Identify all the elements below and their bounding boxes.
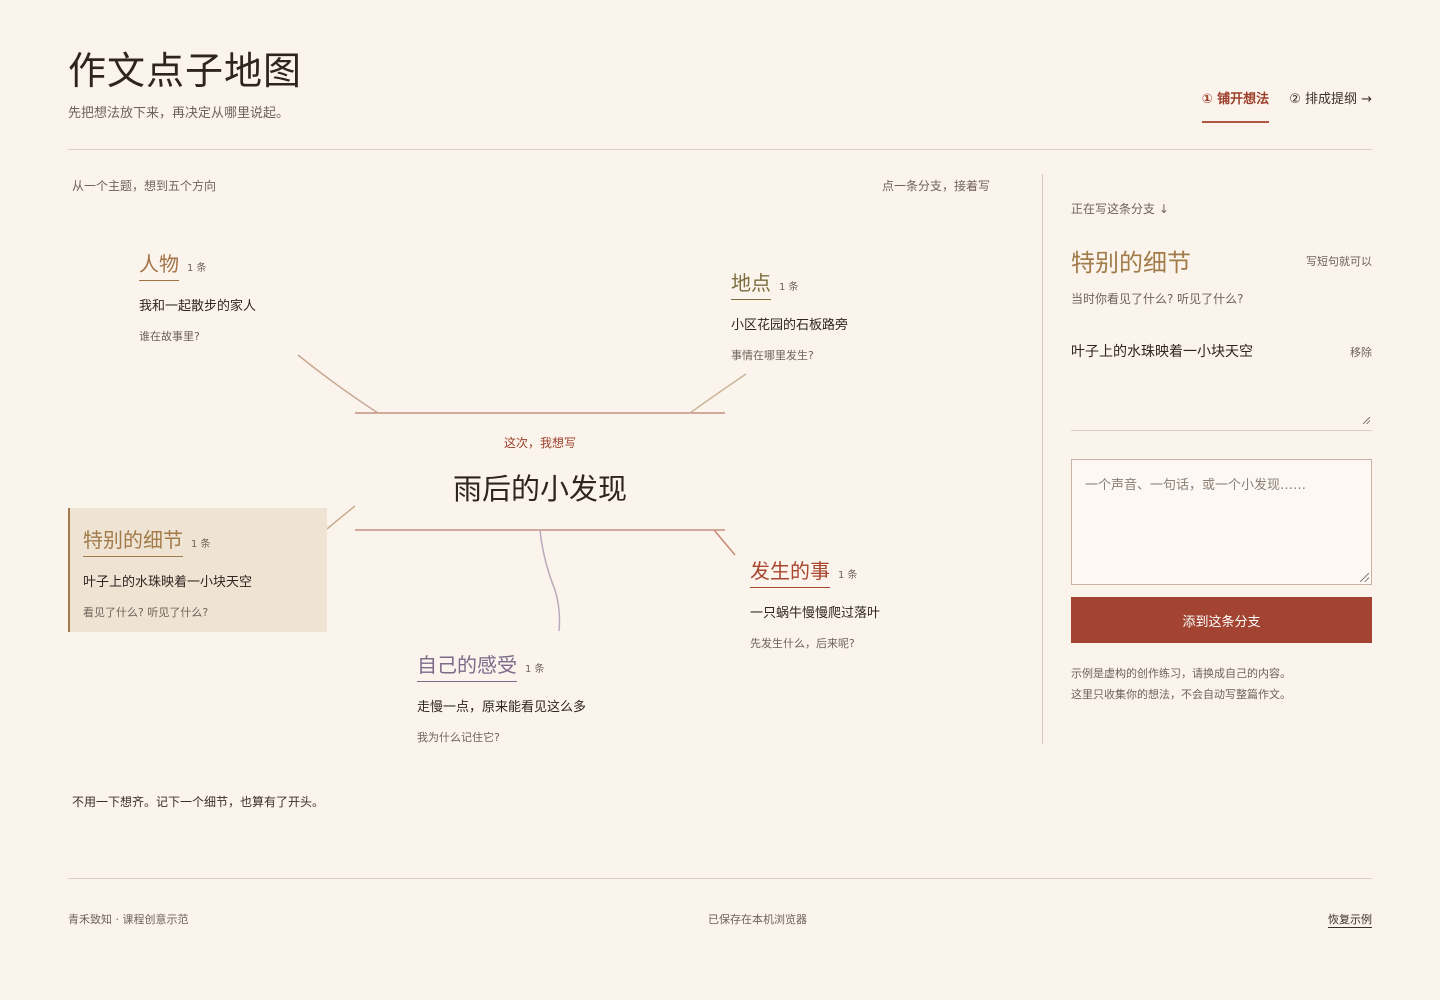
map-footnote: 不用一下想齐。记下一个细节，也算有了开头。 [72,795,325,809]
resize-grip-icon[interactable] [1360,573,1369,582]
branch-item: 一只蜗牛慢慢爬过落叶 [750,606,881,621]
save-status: 已保存在本机浏览器 [708,913,807,926]
panel-note-line: 示例是虚构的创作练习，请换成自己的内容。 [1071,667,1291,680]
connector-person [297,354,379,414]
entry-item[interactable]: 叶子上的水珠映着一小块天空 移除 [1071,341,1372,431]
connector-place [689,373,747,414]
branch-feeling[interactable]: 自己的感受 1 条 走慢一点，原来能看见这么多 我为什么记住它? [417,649,586,745]
branch-place[interactable]: 地点 1 条 小区花园的石板路旁 事情在哪里发生? [731,267,848,363]
branch-count: 1 条 [187,263,207,274]
center-topic[interactable]: 雨后的小发现 [355,466,725,508]
panel-divider [1042,174,1043,744]
panel-title: 特别的细节 [1071,249,1191,277]
branch-item: 叶子上的水珠映着一小块天空 [83,575,253,590]
branch-count: 1 条 [525,664,545,675]
footer-credit: 青禾致知 · 课程创意示范 [68,913,189,926]
branch-editor-panel: 正在写这条分支 ↓ 特别的细节 写短句就可以 当时你看见了什么? 听见了什么? … [1071,200,1372,705]
panel-note: 示例是虚构的创作练习，请换成自己的内容。 这里只收集你的想法，不会自动写整篇作文… [1071,663,1372,705]
resize-grip-icon[interactable] [1363,417,1370,424]
map-hint-right: 点一条分支，接着写 [882,179,991,193]
connector-detail [326,505,356,530]
branch-detail-selected[interactable]: 特别的细节 1 条 叶子上的水珠映着一小块天空 看见了什么? 听见了什么? [68,508,327,632]
panel-kicker: 正在写这条分支 ↓ [1071,202,1169,216]
input-placeholder: 一个声音、一句话，或一个小发现…… [1085,478,1307,493]
restore-example-link[interactable]: 恢复示例 [1328,911,1372,928]
branch-title: 人物 [139,248,179,281]
branch-item: 我和一起散步的家人 [139,299,257,314]
branch-hint: 先发生什么，后来呢? [750,637,855,650]
branch-count: 1 条 [838,570,858,581]
footer-divider [68,878,1372,879]
branch-count: 1 条 [779,282,799,293]
add-to-branch-button[interactable]: 添到这条分支 [1071,597,1372,643]
branch-hint: 我为什么记住它? [417,731,500,744]
branch-item: 走慢一点，原来能看见这么多 [417,700,587,715]
map-hint-left: 从一个主题，想到五个方向 [72,179,217,193]
branch-title: 特别的细节 [83,524,183,557]
connector-feeling [539,529,561,632]
remove-entry-button[interactable]: 移除 [1350,344,1372,360]
panel-aside: 写短句就可以 [1306,254,1372,268]
branch-item: 小区花园的石板路旁 [731,318,849,333]
new-idea-input[interactable]: 一个声音、一句话，或一个小发现…… [1071,459,1372,585]
center-kicker: 这次，我想写 [503,436,576,450]
panel-prompt: 当时你看见了什么? 听见了什么? [1071,292,1244,306]
branch-event[interactable]: 发生的事 1 条 一只蜗牛慢慢爬过落叶 先发生什么，后来呢? [750,555,880,651]
panel-note-line: 这里只收集你的想法，不会自动写整篇作文。 [1071,688,1291,701]
branch-hint: 谁在故事里? [139,330,200,343]
entry-text[interactable]: 叶子上的水珠映着一小块天空 [1071,341,1372,361]
branch-title: 地点 [731,267,771,300]
branch-person[interactable]: 人物 1 条 我和一起散步的家人 谁在故事里? [139,248,256,344]
branch-hint: 看见了什么? 听见了什么? [83,606,209,619]
connector-event [713,529,736,556]
branch-hint: 事情在哪里发生? [731,349,814,362]
branch-count: 1 条 [191,539,211,550]
branch-title: 自己的感受 [417,649,517,682]
branch-title: 发生的事 [750,555,830,588]
